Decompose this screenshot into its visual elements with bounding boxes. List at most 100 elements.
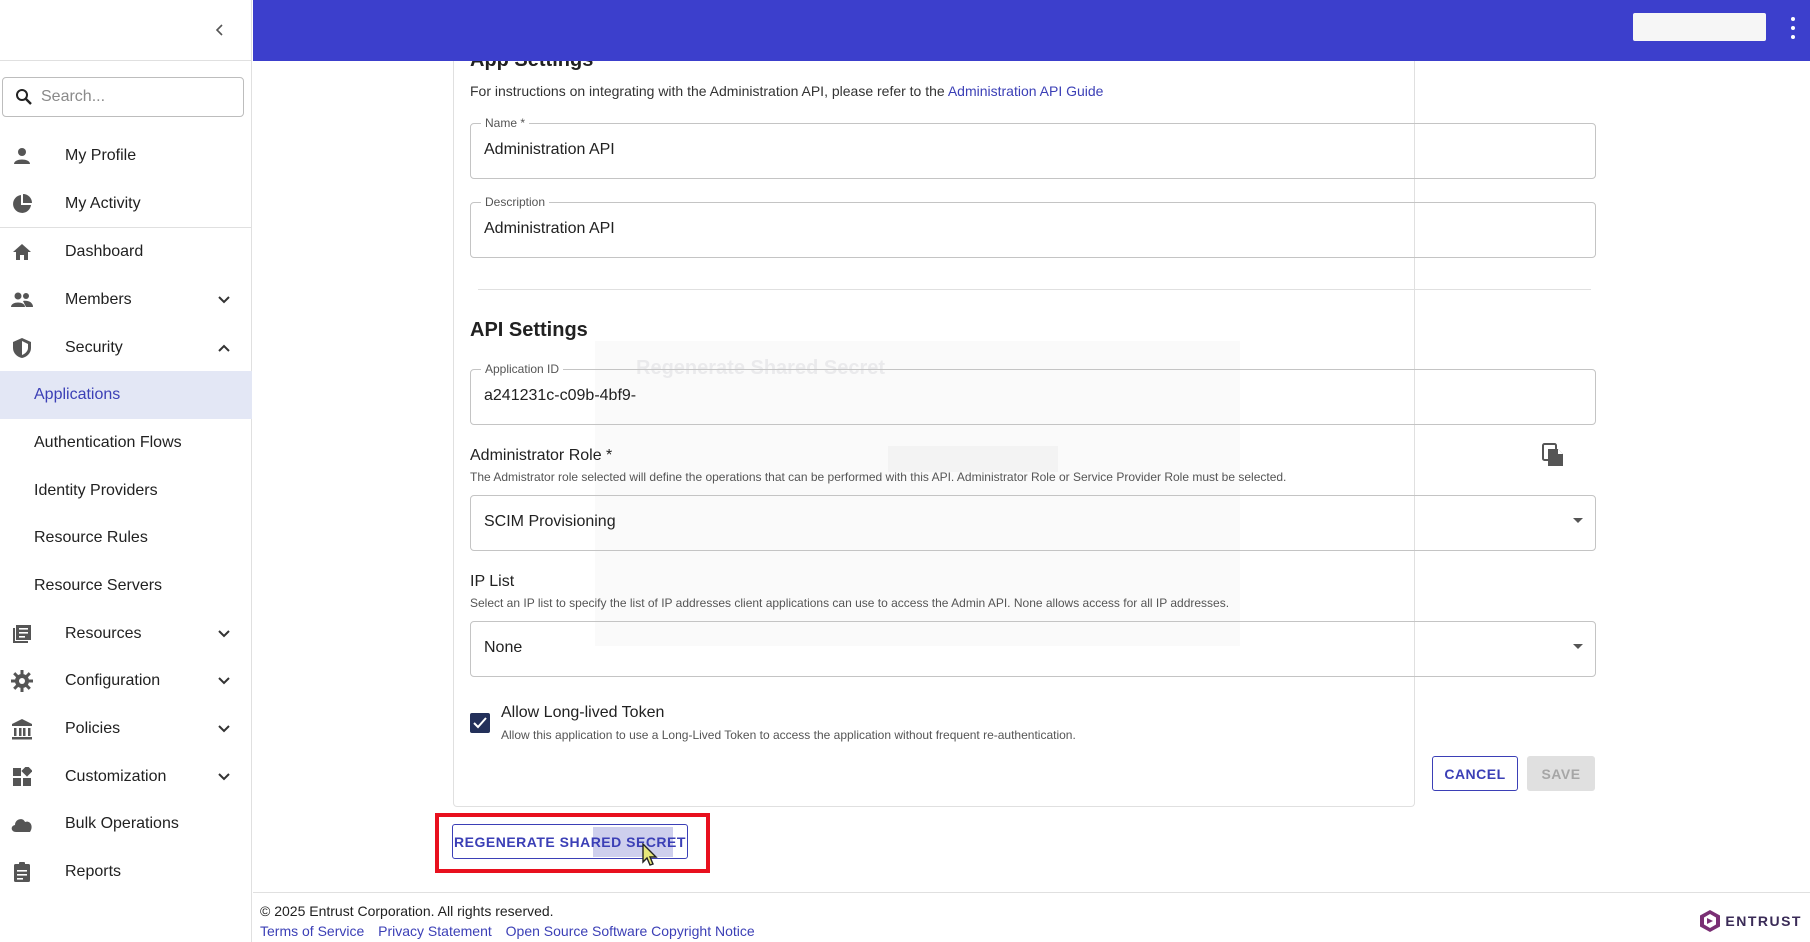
- search-icon: [16, 89, 32, 105]
- chevron-up-icon: [212, 336, 236, 360]
- open-source-notice-link[interactable]: Open Source Software Copyright Notice: [506, 923, 755, 939]
- name-field[interactable]: Name *: [470, 116, 1596, 179]
- user-menu-chip[interactable]: [1633, 13, 1766, 41]
- privacy-statement-link[interactable]: Privacy Statement: [378, 923, 492, 939]
- sidebar-item-label: Members: [65, 290, 132, 308]
- checkmark-icon: [473, 717, 487, 729]
- clipboard-icon: [10, 860, 34, 884]
- sidebar-item-label: Security: [65, 338, 123, 356]
- long-lived-token-label: Allow Long-lived Token: [501, 704, 665, 721]
- sidebar-item-my-activity[interactable]: My Activity: [0, 180, 252, 228]
- home-icon: [10, 240, 34, 264]
- sidebar-nav: My Profile My Activity Dashboard Members…: [0, 132, 252, 896]
- footer: © 2025 Entrust Corporation. All rights r…: [253, 892, 1810, 942]
- sidebar-item-label: Customization: [65, 767, 167, 785]
- sidebar-item-customization[interactable]: Customization: [0, 753, 252, 801]
- save-button[interactable]: SAVE: [1527, 756, 1595, 791]
- chevron-down-icon: [212, 765, 236, 789]
- sidebar-item-label: My Activity: [65, 194, 141, 212]
- sidebar-item-label: Resource Rules: [34, 529, 148, 547]
- sidebar-item-applications[interactable]: Applications: [0, 371, 252, 420]
- dashboard-tiles-icon: [10, 765, 34, 789]
- brand-name: ENTRUST: [1725, 913, 1802, 929]
- description-field-label: Description: [481, 195, 550, 209]
- entrust-logo: ENTRUST: [1699, 909, 1802, 933]
- long-lived-token-help: Allow this application to use a Long-Liv…: [501, 728, 1076, 742]
- cancel-button[interactable]: CANCEL: [1432, 756, 1518, 791]
- ip-list-help: Select an IP list to specify the list of…: [470, 596, 1230, 610]
- terms-of-service-link[interactable]: Terms of Service: [260, 923, 364, 939]
- admin-role-select[interactable]: SCIM Provisioning: [470, 495, 1596, 551]
- dropdown-arrow-icon: [1573, 518, 1583, 523]
- sidebar-item-members[interactable]: Members: [0, 276, 252, 324]
- main-content: Regenerate Shared Secret App Settings Fo…: [253, 61, 1810, 881]
- sidebar-item-configuration[interactable]: Configuration: [0, 658, 252, 706]
- more-options-icon[interactable]: [1790, 17, 1796, 39]
- api-settings-heading: API Settings: [470, 319, 588, 341]
- chevron-down-icon: [212, 669, 236, 693]
- name-input[interactable]: [484, 141, 1534, 159]
- sidebar-item-label: Reports: [65, 863, 122, 881]
- hexagon-logo-icon: [1700, 910, 1721, 932]
- chevron-down-icon: [212, 717, 236, 741]
- ip-list-title: IP List: [470, 573, 515, 590]
- sidebar-item-policies[interactable]: Policies: [0, 705, 252, 753]
- mouse-cursor-icon: [642, 843, 658, 866]
- name-field-label: Name *: [481, 116, 530, 130]
- sidebar-item-label: Policies: [65, 720, 121, 738]
- app-settings-heading: App Settings: [470, 61, 593, 72]
- bank-icon: [10, 717, 34, 741]
- sidebar-item-identity-providers[interactable]: Identity Providers: [0, 467, 252, 515]
- sidebar-item-resource-servers[interactable]: Resource Servers: [0, 562, 252, 610]
- intro-text: For instructions on integrating with the…: [470, 83, 1103, 99]
- sidebar-item-label: Resources: [65, 624, 142, 642]
- application-id-value: a241231c-c09b-4bf9-: [484, 387, 637, 404]
- gear-icon: [10, 669, 34, 693]
- copyright-text: © 2025 Entrust Corporation. All rights r…: [260, 903, 554, 919]
- top-app-bar: [253, 0, 1810, 61]
- sidebar-item-security[interactable]: Security: [0, 324, 252, 372]
- chevron-left-icon: [215, 24, 223, 36]
- sidebar: My Profile My Activity Dashboard Members…: [0, 0, 252, 942]
- sidebar-item-my-profile[interactable]: My Profile: [0, 132, 252, 180]
- collapse-sidebar-button[interactable]: [208, 18, 232, 42]
- person-icon: [10, 144, 34, 168]
- sidebar-item-resources[interactable]: Resources: [0, 610, 252, 658]
- long-lived-token-checkbox[interactable]: [470, 713, 490, 733]
- application-id-label: Application ID: [481, 362, 564, 376]
- admin-api-guide-link[interactable]: Administration API Guide: [948, 83, 1104, 99]
- ip-list-select[interactable]: None: [470, 621, 1596, 677]
- sidebar-item-label: Identity Providers: [34, 481, 158, 499]
- sidebar-item-label: Bulk Operations: [65, 815, 179, 833]
- admin-role-title: Administrator Role *: [470, 447, 613, 464]
- intro-text-body: For instructions on integrating with the…: [470, 83, 945, 99]
- sidebar-item-label: My Profile: [65, 146, 137, 164]
- sidebar-item-resource-rules[interactable]: Resource Rules: [0, 515, 252, 563]
- dropdown-arrow-icon: [1573, 644, 1583, 649]
- sidebar-item-dashboard[interactable]: Dashboard: [0, 228, 252, 276]
- sidebar-item-label: Authentication Flows: [34, 433, 182, 451]
- sidebar-item-bulk-operations[interactable]: Bulk Operations: [0, 801, 252, 849]
- redacted-id-mask: [888, 446, 1058, 472]
- sidebar-header: [0, 0, 251, 61]
- search-input[interactable]: [41, 88, 231, 106]
- chevron-down-icon: [212, 288, 236, 312]
- sidebar-item-label: Configuration: [65, 672, 161, 690]
- admin-role-help: The Admistrator role selected will defin…: [470, 470, 1287, 484]
- footer-links: Terms of Service Privacy Statement Open …: [260, 923, 765, 939]
- application-id-field: Application ID a241231c-c09b-4bf9-: [470, 362, 1596, 425]
- sidebar-item-label: Dashboard: [65, 243, 144, 261]
- description-input[interactable]: [484, 220, 1534, 238]
- copy-icon[interactable]: [1542, 443, 1566, 471]
- people-icon: [10, 288, 34, 312]
- shield-icon: [10, 336, 34, 360]
- sidebar-item-authentication-flows[interactable]: Authentication Flows: [0, 419, 252, 467]
- sidebar-item-reports[interactable]: Reports: [0, 848, 252, 896]
- ip-list-value: None: [484, 639, 523, 656]
- sidebar-item-label: Resource Servers: [34, 577, 163, 595]
- book-icon: [10, 622, 34, 646]
- sidebar-search[interactable]: [2, 77, 244, 117]
- sidebar-item-label: Applications: [34, 386, 121, 404]
- section-divider: [478, 289, 1591, 290]
- description-field[interactable]: Description: [470, 195, 1596, 258]
